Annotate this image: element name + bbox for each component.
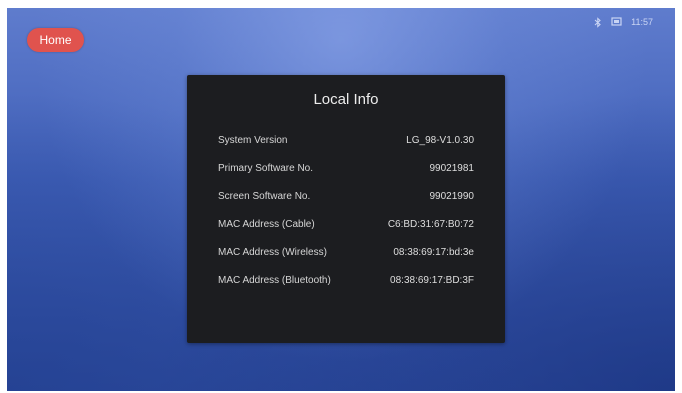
info-label: Primary Software No.	[218, 162, 314, 174]
info-label: Screen Software No.	[218, 190, 311, 202]
home-button[interactable]: Home	[27, 28, 84, 52]
info-row-primary-software: Primary Software No. 99021981	[218, 154, 474, 182]
info-row-mac-wireless: MAC Address (Wireless) 08:38:69:17:bd:3e	[218, 238, 474, 266]
info-label: MAC Address (Cable)	[218, 218, 315, 230]
info-label: MAC Address (Bluetooth)	[218, 274, 331, 286]
info-label: System Version	[218, 134, 288, 146]
info-row-screen-software: Screen Software No. 99021990	[218, 182, 474, 210]
info-value: LG_98-V1.0.30	[406, 134, 474, 146]
status-bar: 11:57	[594, 14, 653, 30]
clock-time: 11:57	[631, 17, 653, 27]
info-value: 08:38:69:17:BD:3F	[390, 274, 474, 286]
info-list: System Version LG_98-V1.0.30 Primary Sof…	[218, 126, 474, 294]
bluetooth-icon	[594, 16, 602, 28]
info-label: MAC Address (Wireless)	[218, 246, 327, 258]
info-value: 08:38:69:17:bd:3e	[393, 246, 474, 258]
info-row-mac-cable: MAC Address (Cable) C6:BD:31:67:B0:72	[218, 210, 474, 238]
info-value: C6:BD:31:67:B0:72	[387, 218, 474, 230]
screen-cast-icon	[611, 17, 622, 27]
info-value: 99021990	[429, 190, 475, 202]
local-info-panel: Local Info System Version LG_98-V1.0.30 …	[187, 75, 505, 343]
info-value: 99021981	[429, 162, 475, 174]
info-row-system-version: System Version LG_98-V1.0.30	[218, 126, 474, 154]
panel-title: Local Info	[313, 91, 379, 108]
tv-screen: Home 11:57 Local Info System Version LG_…	[7, 8, 675, 391]
info-row-mac-bluetooth: MAC Address (Bluetooth) 08:38:69:17:BD:3…	[218, 266, 474, 294]
